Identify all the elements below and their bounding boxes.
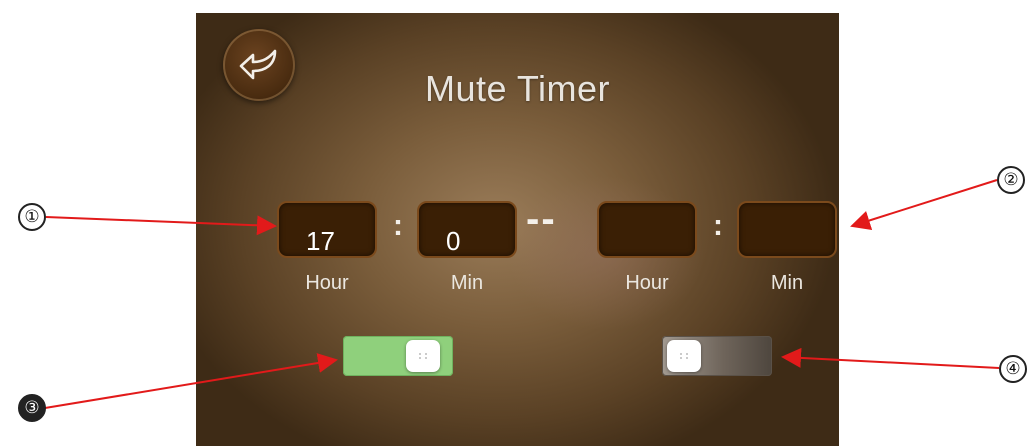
callout-marker-4: ④ [999,355,1027,383]
arrow-1 [45,215,277,236]
annotation-arrows [44,179,1000,409]
arrow-3 [44,353,338,409]
arrow-2 [850,179,998,231]
callout-marker-2: ② [997,166,1025,194]
callout-marker-1: ① [18,203,46,231]
arrow-4 [781,347,1000,369]
callout-marker-3: ③ [18,394,46,422]
